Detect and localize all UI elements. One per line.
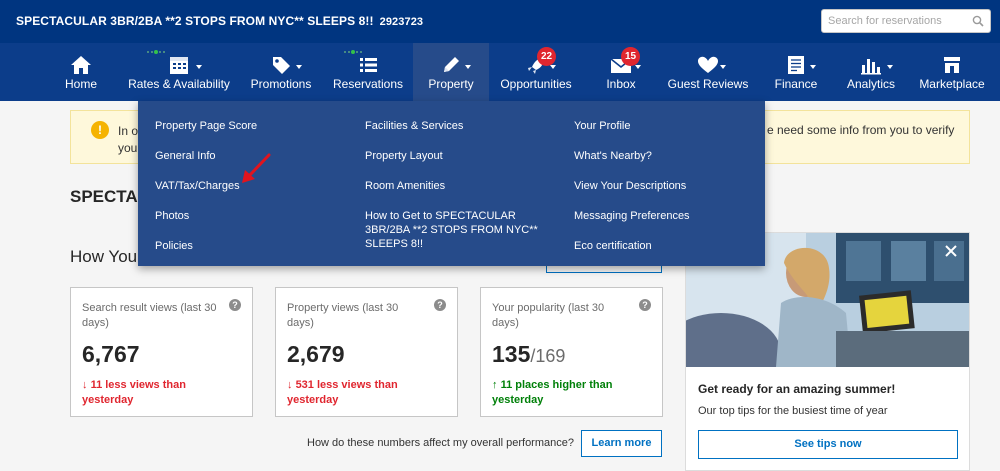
search-icon[interactable] <box>972 15 984 27</box>
tag-icon <box>273 57 290 74</box>
nav-label: Promotions <box>250 77 312 91</box>
chevron-down-icon <box>296 65 302 69</box>
page-title: SPECTA <box>70 187 138 206</box>
reservation-search[interactable] <box>821 9 991 33</box>
menu-item-room-amenities[interactable]: Room Amenities <box>365 179 445 193</box>
nav-label: Marketplace <box>919 77 985 91</box>
menu-item-policies[interactable]: Policies <box>155 239 193 253</box>
top-bar: SPECTACULAR 3BR/2BA **2 STOPS FROM NYC**… <box>0 0 1000 43</box>
stat-delta: ↓ 531 less views than yesterday <box>287 379 398 406</box>
status-dot-icon <box>344 50 362 54</box>
arrow-down-icon: ↓ <box>82 379 88 391</box>
stat-card-popularity: Your popularity (last 30 days) ? 135/169… <box>480 287 663 417</box>
search-input[interactable] <box>822 10 962 32</box>
chevron-down-icon <box>465 65 471 69</box>
stat-title: Your popularity (last 30 days) <box>492 302 605 329</box>
notification-badge: 15 <box>621 47 640 66</box>
stat-delta: ↓ 11 less views than yesterday <box>82 379 186 406</box>
alert-text: e need some info from you to verify <box>767 123 955 137</box>
menu-item-view-descriptions[interactable]: View Your Descriptions <box>574 179 686 193</box>
chevron-down-icon <box>196 65 202 69</box>
notification-badge: 22 <box>537 47 556 66</box>
nav-inbox[interactable]: 15 Inbox <box>597 43 645 101</box>
stat-value: 2,679 <box>287 341 345 367</box>
stat-title: Property views (last 30 days) <box>287 302 399 329</box>
menu-item-facilities-services[interactable]: Facilities & Services <box>365 119 463 133</box>
promo-subtitle: Our top tips for the busiest time of yea… <box>698 405 888 417</box>
main-nav: Home Rates & Availability Promotions Res… <box>0 43 1000 101</box>
heart-icon <box>698 56 718 73</box>
nav-reservations[interactable]: Reservations <box>330 43 406 101</box>
performance-question: How do these numbers affect my overall p… <box>307 437 574 449</box>
nav-label: Home <box>64 77 97 91</box>
document-icon <box>788 56 804 74</box>
menu-item-whats-nearby[interactable]: What's Nearby? <box>574 149 652 163</box>
section-title: How You <box>70 247 138 266</box>
property-dropdown-menu: Property Page Score General Info VAT/Tax… <box>138 101 765 266</box>
menu-item-eco-certification[interactable]: Eco certification <box>574 239 652 253</box>
annotation-arrow-icon <box>242 153 271 183</box>
chevron-down-icon <box>720 65 726 69</box>
promo-card: Get ready for an amazing summer! Our top… <box>685 232 970 471</box>
nav-label: Guest Reviews <box>667 77 749 91</box>
property-id: 2923723 <box>379 16 424 28</box>
stat-card-search-views: Search result views (last 30 days) ? 6,7… <box>70 287 253 417</box>
help-icon[interactable]: ? <box>434 299 446 311</box>
nav-label: Analytics <box>846 77 896 91</box>
menu-item-messaging-preferences[interactable]: Messaging Preferences <box>574 209 690 223</box>
help-icon[interactable]: ? <box>639 299 651 311</box>
chevron-down-icon <box>550 65 556 69</box>
stat-value: 6,767 <box>82 341 140 367</box>
property-title: SPECTACULAR 3BR/2BA **2 STOPS FROM NYC**… <box>16 14 423 28</box>
menu-item-property-page-score[interactable]: Property Page Score <box>155 119 257 133</box>
nav-guest-reviews[interactable]: Guest Reviews <box>665 43 751 101</box>
nav-home[interactable]: Home <box>55 43 107 101</box>
close-icon[interactable] <box>943 243 959 259</box>
chevron-down-icon <box>887 65 893 69</box>
nav-label: Reservations <box>332 77 404 91</box>
nav-analytics[interactable]: Analytics <box>842 43 900 101</box>
nav-opportunities[interactable]: 22 Opportunities <box>496 43 576 101</box>
stat-delta: ↑ 11 places higher than yesterday <box>492 379 613 406</box>
pencil-icon <box>444 57 459 72</box>
menu-item-your-profile[interactable]: Your Profile <box>574 119 630 133</box>
nav-promotions[interactable]: Promotions <box>247 43 315 101</box>
calendar-icon <box>170 57 188 74</box>
menu-item-photos[interactable]: Photos <box>155 209 189 223</box>
nav-rates-availability[interactable]: Rates & Availability <box>125 43 233 101</box>
chevron-down-icon <box>635 65 641 69</box>
nav-label: Property <box>428 77 474 91</box>
nav-label: Finance <box>774 77 818 91</box>
arrow-down-icon: ↓ <box>287 379 293 391</box>
menu-item-how-to-get-there[interactable]: How to Get to SPECTACULAR 3BR/2BA **2 ST… <box>365 209 540 251</box>
see-tips-button[interactable]: See tips now <box>698 430 958 459</box>
home-icon <box>71 56 91 74</box>
stat-title: Search result views (last 30 days) <box>82 302 217 329</box>
learn-more-button[interactable]: Learn more <box>581 430 662 457</box>
nav-marketplace[interactable]: Marketplace <box>917 43 987 101</box>
warning-icon: ! <box>91 121 109 139</box>
help-icon[interactable]: ? <box>229 299 241 311</box>
nav-label: Rates & Availability <box>128 77 230 91</box>
arrow-up-icon: ↑ <box>492 379 498 391</box>
menu-item-general-info[interactable]: General Info <box>155 149 216 163</box>
promo-title: Get ready for an amazing summer! <box>698 382 896 396</box>
chevron-down-icon <box>810 65 816 69</box>
stat-card-property-views: Property views (last 30 days) ? 2,679 ↓ … <box>275 287 458 417</box>
menu-item-vat-tax-charges[interactable]: VAT/Tax/Charges <box>155 179 240 193</box>
nav-property[interactable]: Property <box>413 43 489 101</box>
store-icon <box>944 57 960 73</box>
nav-label: Opportunities <box>500 77 572 91</box>
nav-label: Inbox <box>606 77 636 91</box>
status-dot-icon <box>147 50 165 54</box>
nav-finance[interactable]: Finance <box>770 43 822 101</box>
property-name: SPECTACULAR 3BR/2BA **2 STOPS FROM NYC**… <box>16 14 374 28</box>
stat-value: 135/169 <box>492 341 566 367</box>
list-icon <box>360 58 377 72</box>
bar-chart-icon <box>861 59 881 75</box>
menu-item-property-layout[interactable]: Property Layout <box>365 149 443 163</box>
